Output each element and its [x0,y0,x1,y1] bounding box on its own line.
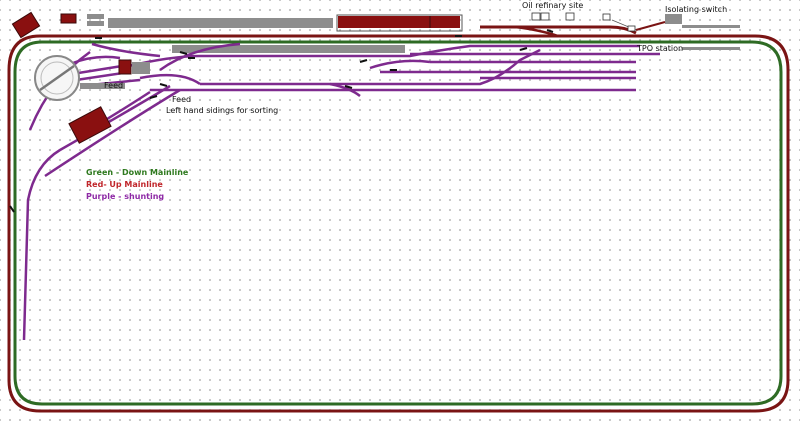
isolating-switch-siding [682,25,740,28]
track-plan [7,11,790,413]
oil-tank-4 [602,13,611,21]
feed-label-top: Feed [172,95,192,104]
engine-shed-building [11,11,41,39]
oil-refinery-siding [480,25,637,35]
legend-purple: Purple - shunting [86,192,165,201]
turntable-icon [34,55,80,101]
isolating-switch-link [635,21,666,31]
loco-shed [118,59,132,75]
goods-shed [338,16,460,28]
lever-box [627,25,636,32]
layout-canvas: Oil refinary site Isolating switch TPO s… [0,0,800,422]
tpo-platform [682,47,740,50]
sidings-label: Left hand sidings for sorting [166,106,279,115]
siding-fan-2 [139,73,201,86]
oil-tank-3 [565,12,575,21]
oil-tank-1 [531,12,541,21]
loco-shed-platform [132,62,150,74]
platform-block-small [87,14,104,19]
isolating-switch-label: Isolating switch [665,5,728,14]
turntable-road-1 [71,64,123,76]
oil-refinery-label: Oil refinary site [522,1,584,10]
small-building [60,13,77,24]
left-diagonal-2 [44,88,181,178]
feed-label-left: Feed [104,81,124,90]
isolating-switch-block [665,14,682,24]
yard-throat [91,42,161,58]
legend-red: Red- Up Mainline [86,180,163,189]
oil-tank-2 [540,12,550,21]
long-platform-top [108,18,333,28]
tpo-station-label: TPO station [637,44,684,53]
platform-block-small-2 [87,21,104,26]
up-mainline-loop [7,34,790,413]
down-mainline-loop [13,40,783,406]
legend-green: Green - Down Mainline [86,168,189,177]
siding-4 [369,59,431,70]
